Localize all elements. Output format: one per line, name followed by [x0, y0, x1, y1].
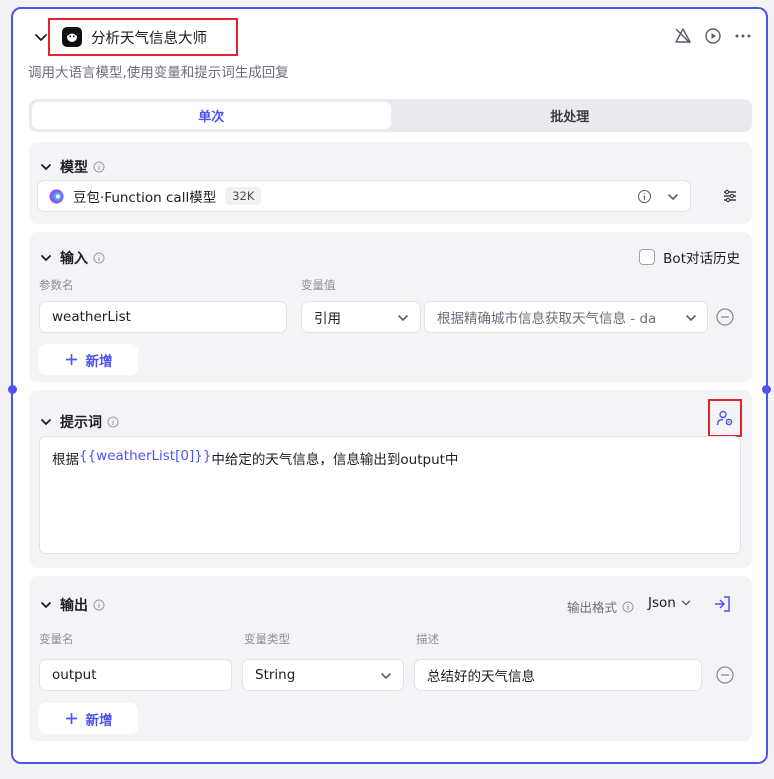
- info-icon: [93, 599, 105, 611]
- add-input-button[interactable]: 新增: [39, 344, 138, 375]
- remove-row-icon[interactable]: [715, 307, 735, 327]
- prompt-section: 提示词 根据 {{weatherList[0]}} 中给定的天气信息，信息输出到ou…: [29, 390, 752, 568]
- param-name-input[interactable]: weatherList: [39, 301, 287, 333]
- prompt-editor[interactable]: 根据 {{weatherList[0]}} 中给定的天气信息，信息输出到output…: [39, 436, 741, 554]
- prompt-variable: {{weatherList[0]}}: [79, 448, 212, 464]
- info-icon[interactable]: [637, 189, 652, 204]
- output-section-title: 输出: [60, 598, 88, 614]
- output-name-input[interactable]: output: [39, 659, 232, 691]
- value-reference: 根据精确城市信息获取天气信息 - da: [437, 311, 657, 327]
- llm-node-card[interactable]: 分析天气信息大师 调用大语言模型,使用变量和提示词生成回复 单次 批处理 模型 …: [8, 7, 771, 764]
- remove-row-icon[interactable]: [715, 665, 735, 685]
- model-section: 模型 豆包·Function call模型 32K: [29, 142, 752, 224]
- chevron-down-icon[interactable]: [39, 160, 53, 174]
- plus-icon: [65, 354, 77, 365]
- bot-history-label: Bot对话历史: [663, 251, 740, 267]
- chevron-down-icon[interactable]: [666, 190, 680, 204]
- output-format-label: 输出格式: [567, 600, 618, 615]
- add-input-label: 新增: [85, 353, 113, 370]
- model-settings-icon[interactable]: [722, 188, 738, 204]
- info-icon: [622, 601, 634, 612]
- prompt-settings-highlight[interactable]: [708, 399, 742, 437]
- debug-off-icon[interactable]: [674, 27, 692, 45]
- user-settings-icon[interactable]: [716, 409, 734, 427]
- input-port[interactable]: [8, 385, 17, 394]
- llm-avatar-icon: [62, 27, 82, 47]
- add-output-label: 新增: [85, 712, 113, 729]
- var-value-header: 变量值: [301, 278, 336, 292]
- prompt-text-before: 根据: [52, 452, 79, 468]
- prompt-text-after: 中给定的天气信息，信息输出到output中: [211, 452, 459, 468]
- node-description: 调用大语言模型,使用变量和提示词生成回复: [28, 65, 289, 81]
- doubao-logo-icon: [49, 188, 64, 204]
- chevron-down-icon[interactable]: [39, 251, 53, 265]
- desc-header: 描述: [416, 632, 439, 646]
- model-name: 豆包·Function call模型: [73, 190, 217, 206]
- chevron-down-icon: [398, 315, 408, 322]
- checkbox[interactable]: [639, 249, 656, 265]
- output-format: 输出格式: [567, 597, 634, 616]
- value-type: 引用: [314, 311, 341, 327]
- output-type-select[interactable]: String: [242, 659, 404, 691]
- node-title: 分析天气信息大师: [91, 30, 207, 47]
- run-icon[interactable]: [704, 27, 722, 45]
- node-title-highlight[interactable]: 分析天气信息大师: [48, 18, 238, 56]
- chevron-down-icon: [681, 600, 690, 606]
- output-type: String: [255, 667, 296, 683]
- output-desc-input[interactable]: 总结好的天气信息: [414, 659, 702, 691]
- import-icon[interactable]: [713, 595, 731, 613]
- plus-icon: [65, 713, 77, 724]
- info-icon: [93, 161, 105, 173]
- output-format-value: Json: [648, 595, 676, 611]
- prompt-section-title: 提示词: [60, 415, 102, 431]
- tab-batch[interactable]: 批处理: [391, 102, 750, 129]
- tab-single[interactable]: 单次: [32, 102, 391, 129]
- output-port[interactable]: [762, 385, 771, 394]
- value-type-select[interactable]: 引用: [301, 301, 421, 333]
- chevron-down-icon[interactable]: [39, 598, 53, 612]
- value-reference-select[interactable]: 根据精确城市信息获取天气信息 - da: [424, 301, 708, 333]
- output-section: 输出 输出格式 Json 变量名 变量类型 描述 output String 总…: [29, 576, 752, 741]
- info-icon: [93, 252, 105, 264]
- chevron-down-icon: [686, 315, 696, 322]
- var-name-header: 变量名: [39, 632, 74, 646]
- output-format-select[interactable]: Json: [648, 595, 692, 611]
- mode-tabs: 单次 批处理: [29, 99, 752, 132]
- bot-history-toggle[interactable]: Bot对话历史: [639, 247, 740, 267]
- chevron-down-icon: [381, 673, 391, 680]
- input-section: 输入 Bot对话历史 参数名 变量值 weatherList 引用 根据精确城市…: [29, 232, 752, 382]
- param-name-header: 参数名: [39, 278, 74, 292]
- var-type-header: 变量类型: [244, 632, 290, 646]
- chevron-down-icon[interactable]: [39, 415, 53, 429]
- input-section-title: 输入: [60, 251, 88, 267]
- more-icon[interactable]: [734, 27, 752, 45]
- info-icon: [107, 416, 119, 428]
- add-output-button[interactable]: 新增: [39, 703, 138, 734]
- model-select[interactable]: 豆包·Function call模型 32K: [37, 180, 691, 212]
- node-header: 分析天气信息大师: [13, 9, 766, 65]
- model-section-title: 模型: [60, 160, 88, 176]
- context-badge: 32K: [225, 187, 262, 205]
